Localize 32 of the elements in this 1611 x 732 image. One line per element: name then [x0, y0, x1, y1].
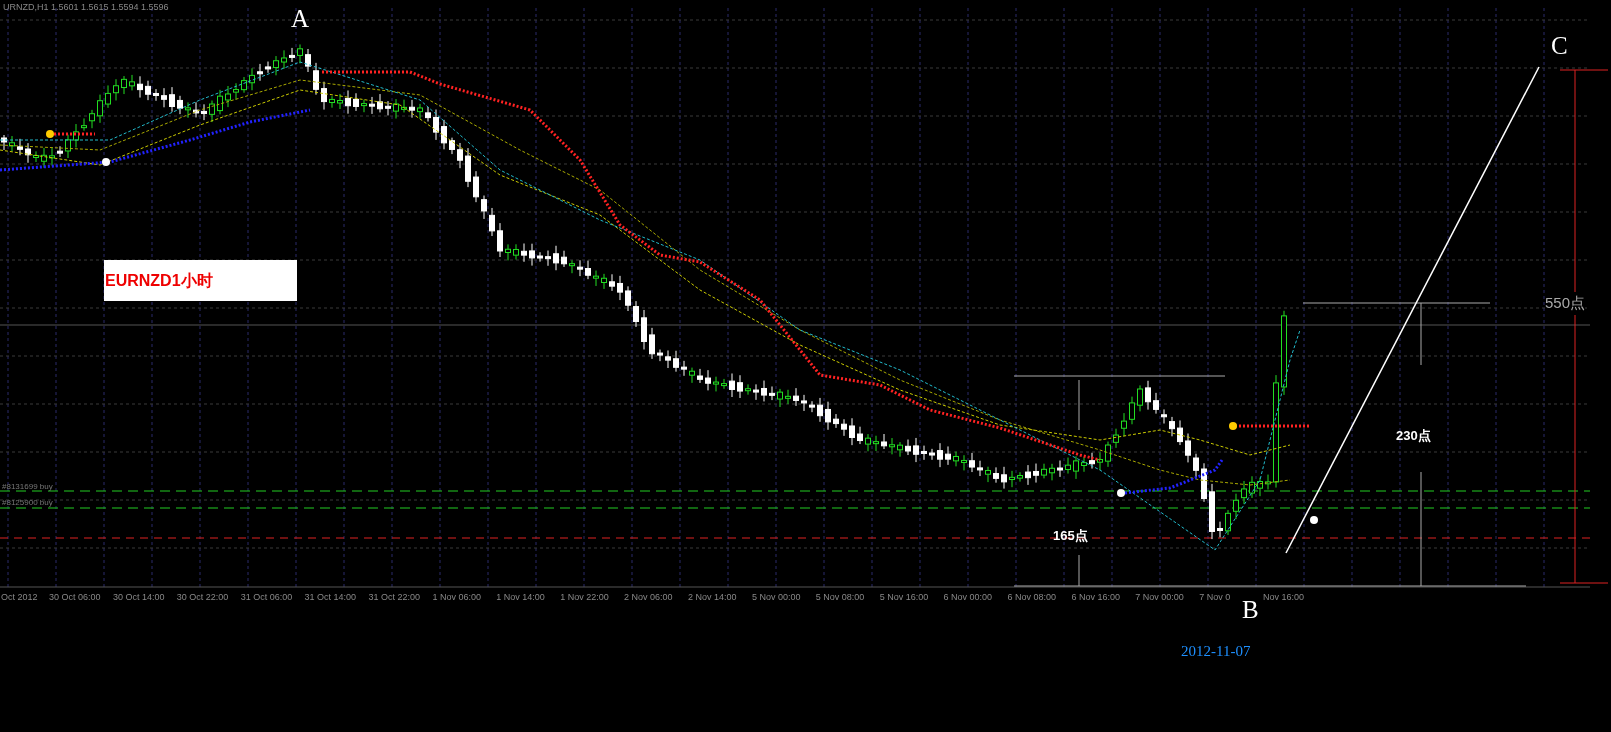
measure-label: 550点	[1545, 292, 1586, 315]
axis-label: 5 Nov 00:00	[751, 591, 801, 604]
axis-label: 1 Nov 14:00	[496, 591, 545, 604]
order-line-label: #8125900 buy	[2, 497, 53, 509]
axis-label: 6 Nov 08:00	[1007, 591, 1057, 604]
axis-label: 30 Oct 14:00	[112, 591, 165, 604]
date-label: 2012-11-07	[1181, 642, 1251, 661]
axis-label: 6 Nov 00:00	[943, 591, 993, 604]
axis-label: Oct 2012	[1, 591, 38, 604]
axis-label: 31 Oct 22:00	[368, 591, 421, 604]
axis-label: 2 Nov 06:00	[624, 591, 673, 604]
chart-note: EURNZD1小时	[104, 260, 297, 301]
point-label: A	[291, 6, 310, 31]
axis-label: 30 Oct 22:00	[176, 591, 229, 604]
axis-label: 7 Nov 00:00	[1135, 591, 1184, 604]
point-label: B	[1242, 597, 1259, 622]
chart-header: URNZD,H1 1.5601 1.5615 1.5594 1.5596	[3, 1, 169, 14]
axis-label: 1 Nov 22:00	[560, 591, 609, 604]
axis-label: 31 Oct 14:00	[304, 591, 357, 604]
measure-label: 165点	[1053, 527, 1088, 545]
axis-label: 5 Nov 08:00	[815, 591, 865, 604]
axis-label: 30 Oct 06:00	[49, 591, 101, 604]
axis-label: 7 Nov 0	[1199, 591, 1231, 604]
measure-label: 230点	[1396, 427, 1431, 445]
axis-label: 1 Nov 06:00	[432, 591, 481, 604]
axis-label: Nov 16:00	[1263, 591, 1305, 604]
axis-label: 5 Nov 16:00	[879, 591, 929, 604]
order-line-label: #8131699 buy	[2, 481, 53, 493]
axis-label: 2 Nov 14:00	[688, 591, 737, 604]
point-label: C	[1551, 33, 1568, 58]
axis-label: 31 Oct 06:00	[240, 591, 293, 604]
axis-label: 6 Nov 16:00	[1071, 591, 1120, 604]
